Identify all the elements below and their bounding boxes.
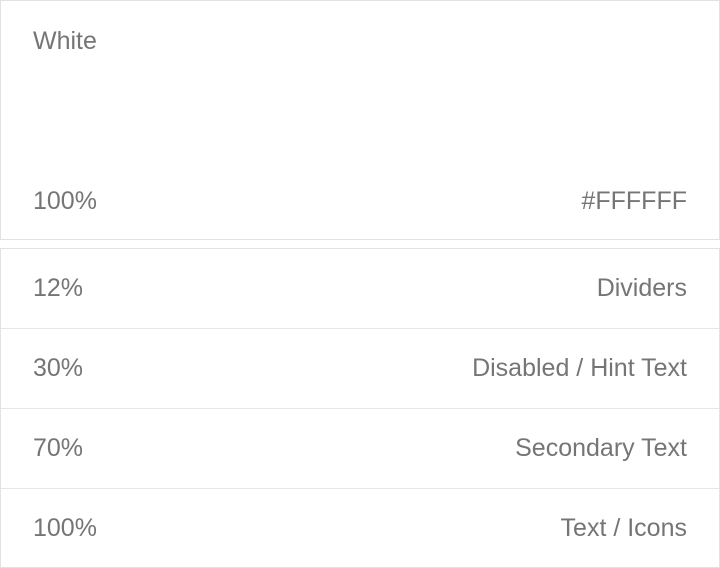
white-swatch-card: White 100% #FFFFFF <box>0 0 720 240</box>
usage-opacity: 12% <box>33 274 84 302</box>
usage-label: Secondary Text <box>515 434 687 462</box>
usage-row-disabled-hint-text: 30% Disabled / Hint Text <box>1 329 719 409</box>
usage-opacity: 30% <box>33 354 84 382</box>
swatch-name: White <box>33 27 97 55</box>
usage-row-secondary-text: 70% Secondary Text <box>1 409 719 489</box>
usage-list: 12% Dividers 30% Disabled / Hint Text 70… <box>0 248 720 568</box>
usage-label: Dividers <box>596 274 687 302</box>
usage-row-text-icons: 100% Text / Icons <box>1 489 719 568</box>
usage-label: Text / Icons <box>560 514 687 542</box>
usage-label: Disabled / Hint Text <box>472 354 687 382</box>
usage-opacity: 70% <box>33 434 84 462</box>
usage-row-dividers: 12% Dividers <box>1 249 719 329</box>
swatch-hex-code: #FFFFFF <box>581 187 687 215</box>
usage-opacity: 100% <box>33 514 97 542</box>
color-palette-page: White 100% #FFFFFF 12% Dividers 30% Disa… <box>0 0 720 568</box>
swatch-opacity: 100% <box>33 187 97 215</box>
